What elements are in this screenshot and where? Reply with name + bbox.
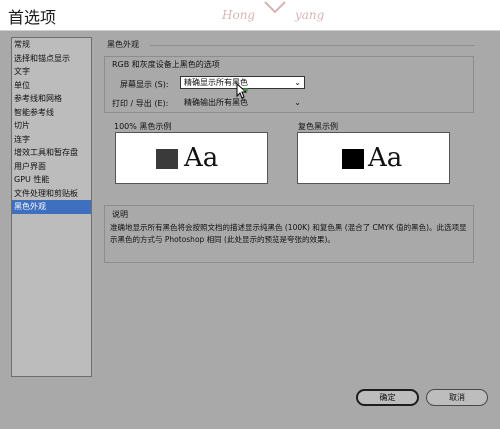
section-divider xyxy=(150,45,475,46)
description-text: 准确地显示所有黑色将会按照文档的描述显示纯黑色 (100K) 和复色黑 (混合了… xyxy=(110,223,467,244)
chevron-down-icon: ⌄ xyxy=(294,78,301,87)
title-bar: 首选项 Hong yang xyxy=(0,0,500,31)
rich-black-sample-text: Aa xyxy=(368,143,403,173)
sidebar-item-plugins-scratch[interactable]: 增效工具和暂存盘 xyxy=(12,146,91,160)
sidebar-item-smart-guides[interactable]: 智能参考线 xyxy=(12,106,91,120)
rgb-group-title: RGB 和灰度设备上黑色的选项 xyxy=(110,59,222,70)
black-100-sample: Aa xyxy=(115,132,268,184)
sidebar-item-gpu-performance[interactable]: GPU 性能 xyxy=(12,173,91,187)
mouse-cursor-icon xyxy=(236,83,248,99)
black-100-swatch xyxy=(156,149,178,169)
print-export-value: 精确输出所有黑色 xyxy=(184,98,248,107)
chevron-down-icon: ⌄ xyxy=(294,98,301,107)
print-export-label: 打印 / 导出 (E): xyxy=(112,99,169,108)
description-title: 说明 xyxy=(112,210,128,219)
rich-black-sample-label: 复色黑示例 xyxy=(298,122,338,131)
rich-black-sample: Aa xyxy=(297,132,450,184)
black-100-sample-label: 100% 黑色示例 xyxy=(114,122,172,131)
cancel-button[interactable]: 取消 xyxy=(426,389,488,406)
sidebar-item-black-appearance[interactable]: 黑色外观 xyxy=(12,200,91,214)
watermark-text-2: yang xyxy=(295,8,325,22)
window-title: 首选项 xyxy=(8,8,57,27)
sidebar-item-file-clipboard[interactable]: 文件处理和剪贴板 xyxy=(12,187,91,201)
section-title: 黑色外观 xyxy=(107,40,139,49)
sidebar-item-user-interface[interactable]: 用户界面 xyxy=(12,160,91,174)
ok-button[interactable]: 确定 xyxy=(356,389,419,406)
watermark-text-1: Hong xyxy=(222,8,256,22)
watermark-logo: Hong yang xyxy=(210,0,340,30)
sidebar: 常规 选择和锚点显示 文字 单位 参考线和网格 智能参考线 切片 连字 增效工具… xyxy=(11,37,92,377)
sidebar-item-general[interactable]: 常规 xyxy=(12,38,91,52)
sidebar-item-type[interactable]: 文字 xyxy=(12,65,91,79)
sidebar-item-units[interactable]: 单位 xyxy=(12,79,91,93)
screen-display-label: 屏幕显示 (S): xyxy=(120,80,169,89)
rich-black-swatch xyxy=(342,149,364,169)
sidebar-item-hyphenation[interactable]: 连字 xyxy=(12,133,91,147)
sidebar-item-slices[interactable]: 切片 xyxy=(12,119,91,133)
black-100-sample-text: Aa xyxy=(184,143,219,173)
sidebar-item-selection-anchor[interactable]: 选择和锚点显示 xyxy=(12,52,91,66)
sidebar-item-guides-grid[interactable]: 参考线和网格 xyxy=(12,92,91,106)
